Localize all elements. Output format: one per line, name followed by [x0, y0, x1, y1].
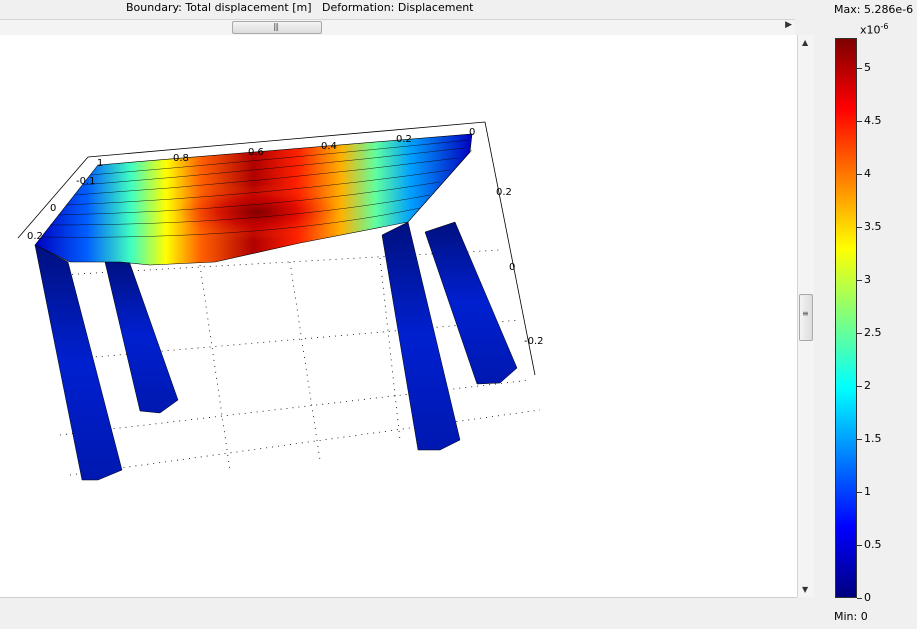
colorbar-tick-label: 3 [864, 273, 871, 287]
colorbar-tick-mark [857, 439, 862, 441]
colorbar-tick-mark [857, 121, 862, 123]
legend-exponent-base: x10 [860, 23, 881, 37]
colorbar-tick-label: 4 [864, 167, 871, 181]
colorbar-tick-label: 2.5 [864, 326, 882, 340]
colorbar-tick-label: 1 [864, 485, 871, 499]
top-tick-1: 1 [97, 158, 103, 169]
vertical-scroll-thumb[interactable]: ≡ [799, 294, 813, 341]
scroll-grip-icon: ≡ [802, 309, 809, 318]
model-plot: 1 0.8 0.6 0.4 0.2 0 -0.1 0 0.2 0.2 0 -0.… [17, 121, 544, 481]
left-tick-3: 0.2 [27, 231, 43, 242]
colorbar-tick-mark [857, 333, 862, 335]
top-tick-5: 0.2 [396, 134, 412, 145]
graphics-canvas[interactable]: 1 0.8 0.6 0.4 0.2 0 -0.1 0 0.2 0.2 0 -0.… [0, 35, 797, 598]
colorbar-tick-mark [857, 68, 862, 70]
top-tick-2: 0.8 [173, 153, 189, 164]
colorbar [835, 38, 857, 598]
horizontal-scrollbar[interactable]: ||| ▶ [0, 19, 795, 36]
right-tick-2: 0 [509, 262, 515, 273]
legend-exponent-power: -6 [880, 22, 889, 31]
scroll-grip-icon: ||| [273, 22, 279, 31]
colorbar-tick-label: 0 [864, 591, 871, 604]
top-tick-6: 0 [469, 127, 475, 138]
plot-title: Boundary: Total displacement [m] Deforma… [126, 1, 474, 14]
colorbar-tick-mark [857, 386, 862, 388]
legend-max-label: Max: 5.286e-6 [834, 3, 914, 16]
colorbar-tick-label: 1.5 [864, 432, 882, 446]
right-tick-1: 0.2 [496, 187, 512, 198]
scroll-right-arrow-icon[interactable]: ▶ [785, 20, 792, 30]
back-left-leg [104, 257, 179, 414]
colorbar-tick-mark [857, 174, 862, 176]
horizontal-scroll-thumb[interactable]: ||| [232, 21, 322, 34]
colorbar-tick-mark [857, 545, 862, 547]
colorbar-tick-mark [857, 492, 862, 494]
right-tick-3: -0.2 [524, 336, 544, 347]
colorbar-tick-label: 5 [864, 61, 871, 75]
colorbar-tick-mark [857, 227, 862, 229]
legend-min-label: Min: 0 [834, 610, 868, 623]
color-legend: Max: 5.286e-6 x10-6 5 4.5 4 3.5 3 2.5 2 1.5 1 0.5… [814, 0, 917, 629]
scroll-up-arrow-icon[interactable]: ▲ [802, 38, 808, 47]
status-bar [0, 598, 813, 629]
vertical-scrollbar[interactable]: ▲ ≡ ▼ [797, 35, 814, 597]
colorbar-tick-label: 0.5 [864, 538, 882, 552]
colorbar-tick-label: 2 [864, 379, 871, 393]
colorbar-tick-label: 4.5 [864, 114, 882, 128]
colorbar-tick-mark [857, 598, 862, 599]
left-tick-1: -0.1 [76, 176, 96, 187]
colorbar-tick-mark [857, 280, 862, 282]
front-left-leg [34, 244, 123, 481]
top-tick-4: 0.4 [321, 141, 337, 152]
colorbar-tick-label: 3.5 [864, 220, 882, 234]
left-tick-2: 0 [50, 203, 56, 214]
top-tick-3: 0.6 [248, 147, 264, 158]
scroll-down-arrow-icon[interactable]: ▼ [802, 585, 808, 594]
legend-exponent: x10-6 [860, 22, 889, 37]
